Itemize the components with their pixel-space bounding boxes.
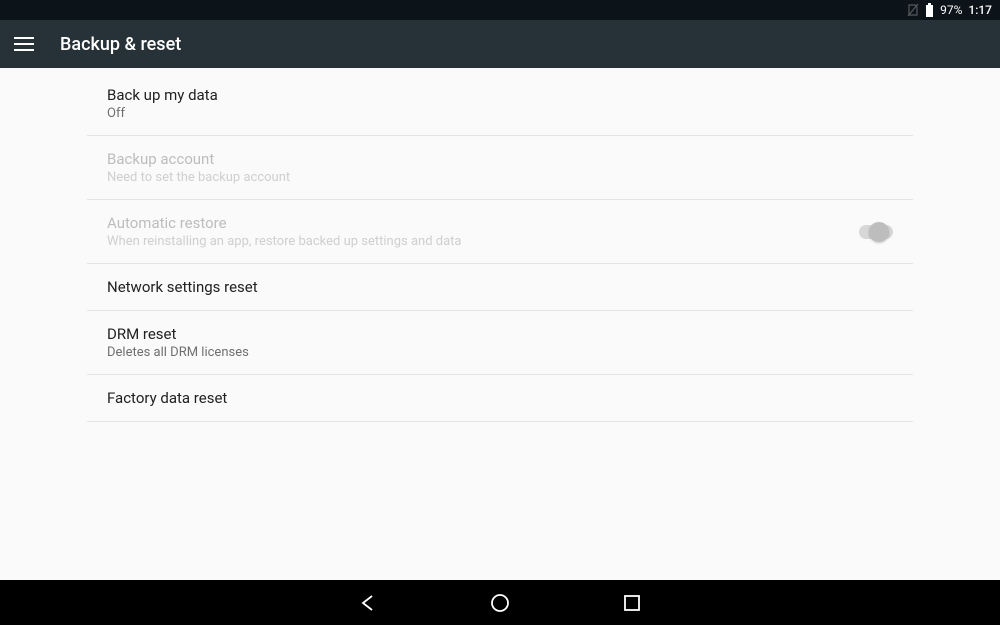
row-title: DRM reset (107, 325, 249, 343)
row-subtitle: When reinstalling an app, restore backed… (107, 234, 462, 249)
recents-button[interactable] (621, 592, 643, 614)
row-subtitle: Need to set the backup account (107, 170, 290, 185)
battery-icon (925, 3, 934, 17)
menu-icon[interactable] (12, 32, 36, 56)
clock: 1:17 (968, 3, 992, 17)
row-drm-reset[interactable]: DRM reset Deletes all DRM licenses (87, 311, 913, 375)
row-subtitle: Deletes all DRM licenses (107, 345, 249, 360)
auto-restore-switch (859, 225, 893, 239)
row-title: Factory data reset (107, 389, 227, 407)
status-bar: 97% 1:17 (0, 0, 1000, 20)
app-bar: Backup & reset (0, 20, 1000, 68)
row-network-settings-reset[interactable]: Network settings reset (87, 264, 913, 311)
home-button[interactable] (489, 592, 511, 614)
row-backup-account: Backup account Need to set the backup ac… (87, 136, 913, 200)
navigation-bar (0, 580, 1000, 625)
row-factory-data-reset[interactable]: Factory data reset (87, 375, 913, 422)
row-subtitle: Off (107, 106, 218, 121)
battery-percent: 97% (940, 3, 962, 17)
row-title: Back up my data (107, 86, 218, 104)
page-title: Backup & reset (60, 34, 181, 55)
row-backup-my-data[interactable]: Back up my data Off (87, 68, 913, 136)
back-button[interactable] (357, 592, 379, 614)
switch-thumb (869, 222, 889, 242)
row-title: Backup account (107, 150, 290, 168)
settings-list-container: Back up my data Off Backup account Need … (0, 68, 1000, 580)
row-title: Network settings reset (107, 278, 258, 296)
row-automatic-restore: Automatic restore When reinstalling an a… (87, 200, 913, 264)
no-sim-icon (907, 3, 919, 17)
row-title: Automatic restore (107, 214, 462, 232)
